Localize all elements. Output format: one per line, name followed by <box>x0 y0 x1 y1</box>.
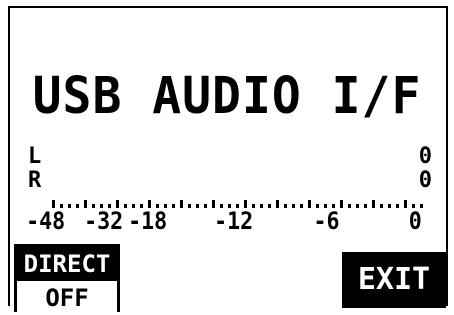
screen-frame-right <box>446 6 448 306</box>
channel-label-left: L <box>28 144 42 169</box>
direct-button-label: DIRECT <box>17 247 117 281</box>
scale-label: -18 <box>128 207 168 235</box>
scale-label: -12 <box>214 207 254 235</box>
direct-button-state: OFF <box>17 281 117 315</box>
page-title: USB AUDIO I/F <box>32 66 422 126</box>
scale-label: 0 <box>408 207 422 235</box>
screen-frame-left <box>8 6 10 306</box>
scale-label-row: -48 -32 -18 -12 -6 0 <box>0 206 454 236</box>
device-screen: USB AUDIO I/F L R 0 0 -48 -32 -18 -12 -6… <box>0 0 454 315</box>
direct-monitor-button[interactable]: DIRECT OFF <box>14 244 120 315</box>
exit-button[interactable]: EXIT <box>342 252 446 308</box>
scale-label: -48 <box>26 207 66 235</box>
channel-level-left: 0 <box>418 144 432 169</box>
screen-frame-top <box>8 6 448 8</box>
channel-label-right: R <box>28 168 42 193</box>
scale-label: -6 <box>313 207 340 235</box>
scale-label: -32 <box>84 207 124 235</box>
channel-level-right: 0 <box>418 168 432 193</box>
